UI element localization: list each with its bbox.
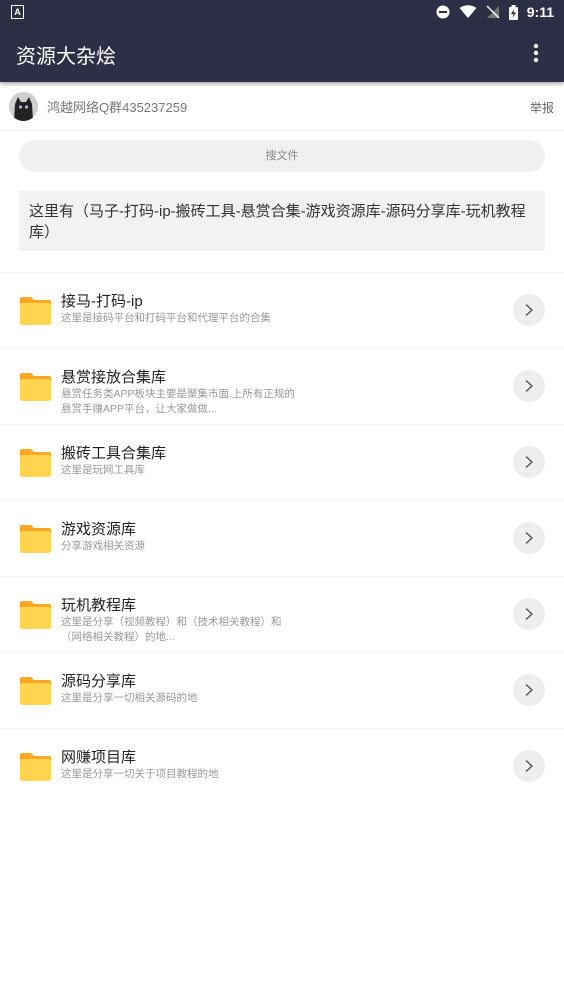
folder-subtitle: 这里是接码平台和打码平台和代理平台的合集: [61, 312, 271, 324]
more-options-icon[interactable]: [526, 42, 546, 64]
folder-icon: [20, 373, 51, 401]
app-bar: 资源大杂烩: [0, 24, 564, 82]
folder-subtitle: 这里是分享一切相关源码的地: [61, 692, 198, 704]
owner-name[interactable]: 鸿越网络Q群435237259: [47, 97, 187, 116]
report-link[interactable]: 举报: [530, 99, 554, 116]
chevron-right-icon: [525, 455, 534, 469]
list-item[interactable]: 源码分享库 这里是分享一切相关源码的地: [0, 652, 564, 728]
folder-list: 接马-打码-ip 这里是接码平台和打码平台和代理平台的合集 悬赏接放合集库 悬赏…: [0, 272, 564, 804]
folder-name: 接马-打码-ip: [61, 293, 143, 310]
avatar-cat-icon: [9, 92, 38, 121]
status-icons: 9:11: [436, 0, 554, 24]
folder-description: 这里有（马子-打码-ip-搬砖工具-悬赏合集-游戏资源库-源码分享库-玩机教程库…: [19, 191, 545, 251]
folder-subtitle: 悬赏任务类APP板块主要是聚集市面.上所有正规的悬赏手赚APP平台，让大家做做.…: [61, 388, 295, 415]
folder-icon: [20, 601, 51, 629]
folder-name: 搬砖工具合集库: [61, 445, 167, 462]
notification-a-icon: A: [11, 5, 24, 19]
folder-subtitle: 分享游戏相关资源: [61, 540, 145, 552]
folder-icon: [20, 753, 51, 781]
folder-name: 游戏资源库: [61, 521, 137, 538]
folder-name: 玩机教程库: [61, 597, 137, 614]
chevron-right-icon: [525, 683, 534, 697]
folder-icon: [20, 677, 51, 705]
folder-icon: [20, 525, 51, 553]
list-item[interactable]: 接马-打码-ip 这里是接码平台和打码平台和代理平台的合集: [0, 272, 564, 348]
open-folder-button[interactable]: [513, 294, 545, 326]
folder-name: 悬赏接放合集库: [61, 369, 167, 386]
open-folder-button[interactable]: [513, 522, 545, 554]
chevron-right-icon: [525, 379, 534, 393]
list-item[interactable]: 网赚项目库 这里是分享一切关于项目教程的地: [0, 728, 564, 804]
folder-subtitle: 这里是玩网工具库: [61, 464, 145, 476]
open-folder-button[interactable]: [513, 446, 545, 478]
folder-name: 源码分享库: [61, 673, 137, 690]
avatar[interactable]: [9, 92, 38, 121]
folder-subtitle: 这里是分享（视频教程）和（技术相关教程）和（网络相关教程）的地...: [61, 616, 282, 643]
status-bar: A 9:11: [0, 0, 564, 24]
folder-subtitle: 这里是分享一切关于项目教程的地: [61, 768, 219, 780]
wifi-icon: [459, 5, 477, 18]
do-not-disturb-icon: [436, 5, 450, 19]
open-folder-button[interactable]: [513, 598, 545, 630]
folder-icon: [20, 449, 51, 477]
list-item[interactable]: 搬砖工具合集库 这里是玩网工具库: [0, 424, 564, 500]
list-item[interactable]: 玩机教程库 这里是分享（视频教程）和（技术相关教程）和（网络相关教程）的地...: [0, 576, 564, 652]
page-title: 资源大杂烩: [16, 46, 116, 68]
owner-row: 鸿越网络Q群435237259 举报: [0, 84, 564, 131]
chevron-right-icon: [525, 759, 534, 773]
no-signal-icon: [486, 5, 500, 19]
chevron-right-icon: [525, 531, 534, 545]
chevron-right-icon: [525, 607, 534, 621]
list-item[interactable]: 悬赏接放合集库 悬赏任务类APP板块主要是聚集市面.上所有正规的悬赏手赚APP平…: [0, 348, 564, 424]
battery-charging-icon: [508, 4, 518, 20]
folder-name: 网赚项目库: [61, 749, 137, 766]
open-folder-button[interactable]: [513, 750, 545, 782]
open-folder-button[interactable]: [513, 674, 545, 706]
list-item[interactable]: 游戏资源库 分享游戏相关资源: [0, 500, 564, 576]
search-files-button[interactable]: 搜文件: [19, 140, 545, 172]
folder-icon: [20, 297, 51, 325]
clock: 9:11: [526, 4, 554, 20]
chevron-right-icon: [525, 303, 534, 317]
open-folder-button[interactable]: [513, 370, 545, 402]
